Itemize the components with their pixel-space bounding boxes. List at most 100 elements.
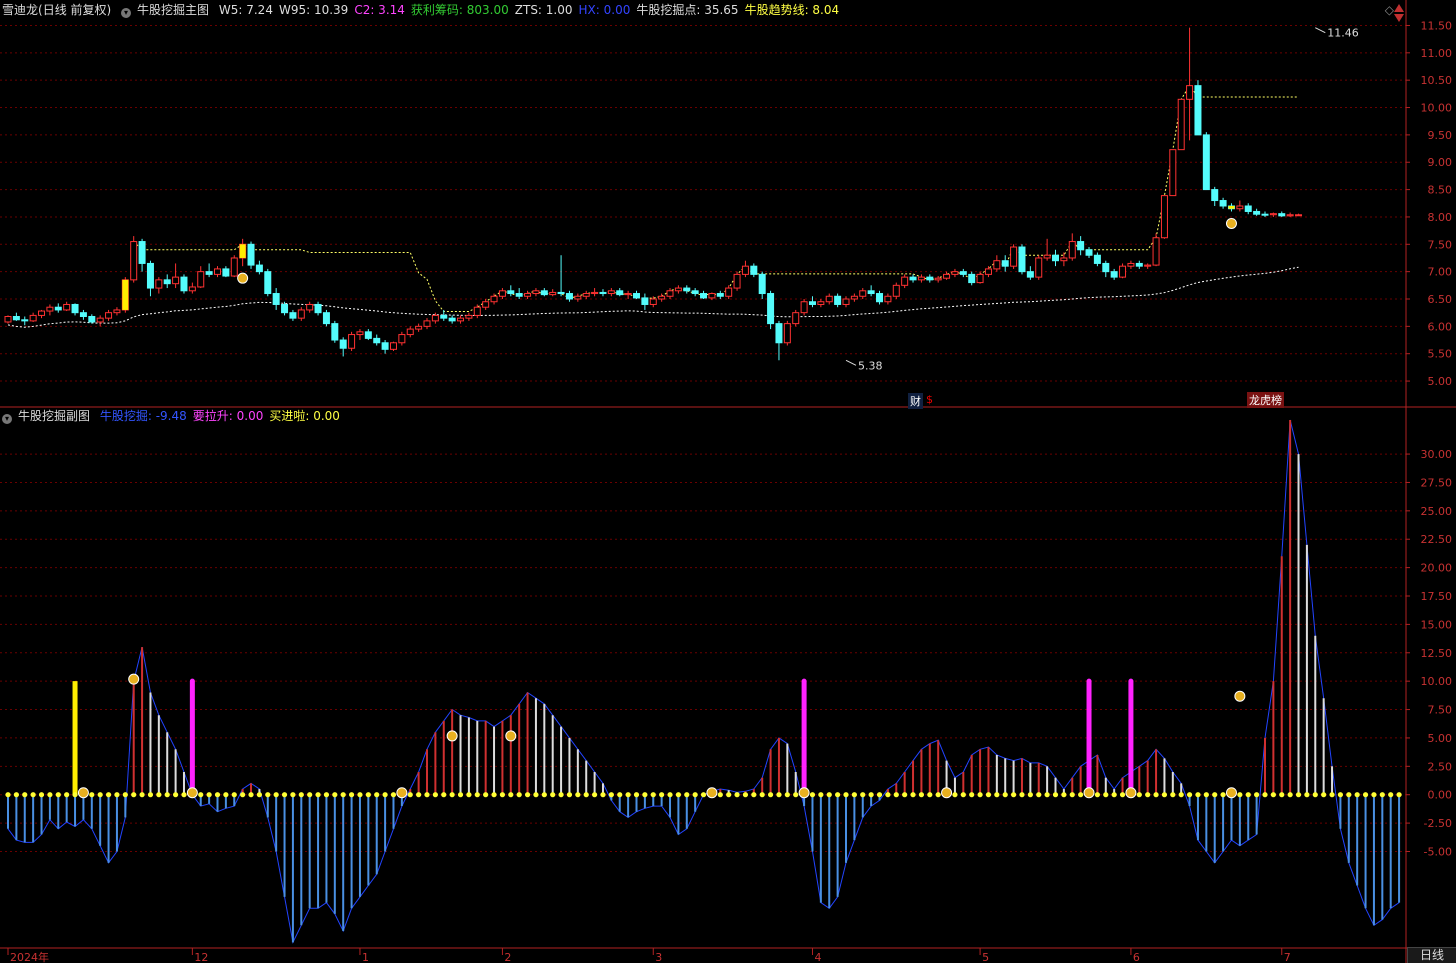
- candle-up: [63, 303, 71, 311]
- candle-up: [1286, 214, 1294, 217]
- candle-up: [297, 309, 305, 319]
- candle-down: [767, 293, 775, 325]
- zero-line-dot: [826, 792, 832, 798]
- zero-line-dot: [717, 792, 723, 798]
- zero-line-dot: [449, 792, 455, 798]
- candle-down: [448, 317, 456, 322]
- zero-line-dot: [457, 792, 464, 798]
- zero-line-dot: [55, 792, 61, 798]
- candle-up: [1119, 265, 1127, 278]
- candle-down: [138, 241, 146, 264]
- zero-line-dot: [13, 792, 19, 798]
- zero-line-dot: [809, 792, 816, 798]
- main-indicator-values: W5: 7.24 W95: 10.39 C2: 3.14 获利筹码: 803.00 ZT…: [219, 3, 845, 17]
- candle-down: [289, 312, 297, 319]
- zero-line-dot: [1337, 792, 1344, 798]
- zero-line-dot: [592, 792, 598, 798]
- candle-down: [339, 339, 347, 349]
- candle-down: [683, 287, 691, 292]
- zero-line-dot: [47, 792, 53, 798]
- indicator-dropdown-icon[interactable]: ▾: [2, 414, 12, 424]
- triangle-down-icon[interactable]: [1394, 14, 1404, 22]
- zero-line-dot: [441, 792, 447, 798]
- zero-line-dot: [650, 792, 656, 798]
- candle-down: [926, 276, 934, 281]
- zero-line-dot: [1321, 792, 1327, 798]
- zero-line-dot: [38, 792, 45, 798]
- money-bag-icon: [128, 673, 140, 685]
- sub-tick-label: 5.00: [1428, 732, 1453, 745]
- signal-candle-yellow: [239, 244, 246, 258]
- candle-down: [88, 316, 96, 323]
- triangle-up-icon[interactable]: [1394, 4, 1404, 12]
- time-tick-label: 5: [982, 951, 989, 963]
- candle-up: [398, 334, 406, 344]
- candle-up: [113, 309, 121, 314]
- zero-line-dot: [1161, 792, 1168, 798]
- zero-line-dot: [726, 792, 732, 798]
- dollar-badge[interactable]: $: [926, 393, 933, 406]
- zero-line-dot: [474, 792, 480, 798]
- candle-up: [984, 268, 992, 275]
- candle-up: [649, 298, 657, 305]
- zero-line-dot: [1061, 792, 1067, 798]
- zero-line-dot: [315, 792, 321, 798]
- diamond-icon[interactable]: ◇: [1385, 3, 1394, 17]
- candle-down: [71, 303, 79, 314]
- zero-line-dot: [424, 792, 430, 798]
- candle-down: [1253, 210, 1261, 215]
- main-tick-label: 6.00: [1428, 320, 1453, 333]
- period-tab-daily[interactable]: 日线: [1407, 947, 1456, 963]
- candle-up: [4, 316, 12, 323]
- dragon-tiger-list-badge[interactable]: 龙虎榜: [1247, 392, 1284, 408]
- indicator-dropdown-icon[interactable]: ▾: [121, 8, 132, 18]
- zero-line-dot: [1304, 792, 1310, 798]
- zero-line-dot: [1371, 792, 1377, 798]
- money-bag-icon: [77, 787, 89, 799]
- zero-line-dot: [122, 792, 128, 798]
- candle-up: [817, 301, 825, 305]
- zero-line-dot: [566, 792, 573, 798]
- candle-up: [431, 314, 439, 322]
- zero-line-dot: [156, 792, 162, 798]
- sub-indicator-name[interactable]: 牛股挖掘副图: [18, 409, 90, 423]
- candle-up: [607, 290, 615, 295]
- stock-name[interactable]: 雪迪龙: [2, 3, 38, 17]
- zero-line-dot: [1270, 792, 1276, 798]
- main-indicator-name[interactable]: 牛股挖掘主图: [137, 3, 209, 17]
- main-tick-label: 10.00: [1421, 102, 1453, 115]
- stock-chart-canvas[interactable]: 11.46 5.38 5.00 5.50 6.00 6.50 7.00 7.50 8.00 8.…: [0, 0, 1456, 963]
- zero-line-dot: [1119, 792, 1126, 798]
- sub-tick-label: 30.00: [1421, 448, 1453, 461]
- candle-up: [482, 301, 490, 308]
- zero-line-dot: [985, 792, 992, 798]
- adjust-mode[interactable]: (日线 前复权): [38, 3, 111, 17]
- zero-line-dot: [550, 792, 556, 798]
- sub-value-1: 要拉升: 0.00: [192, 409, 264, 423]
- zero-line-dot: [541, 792, 547, 798]
- finance-badge[interactable]: 财: [908, 393, 923, 409]
- grid-lines: [0, 24, 1406, 852]
- zero-line-dot: [365, 792, 371, 798]
- zero-line-dot: [935, 792, 941, 798]
- zero-line-dot: [1094, 792, 1100, 798]
- money-bag-icon: [1225, 217, 1237, 229]
- main-chart-header: 雪迪龙(日线 前复权) ▾ 牛股挖掘主图 W5: 7.24 W95: 10.39 C2…: [2, 3, 851, 18]
- zero-line-dot: [902, 792, 908, 798]
- zero-line-dot: [72, 792, 78, 798]
- candle-down: [381, 342, 389, 350]
- zero-line-dot: [231, 792, 237, 798]
- zero-line-dot: [885, 792, 891, 798]
- zero-line-dot: [675, 792, 682, 798]
- candle-down: [1244, 205, 1252, 212]
- candle-up: [800, 301, 808, 314]
- sub-value-2: 买进啦: 0.00: [269, 409, 340, 423]
- zero-line-dot: [483, 792, 489, 798]
- candle-down: [222, 268, 230, 277]
- zero-line-dot: [198, 792, 204, 798]
- candle-up: [498, 290, 506, 297]
- sub-oscillator-chart[interactable]: [5, 419, 1402, 944]
- candle-down: [1102, 262, 1110, 273]
- main-candlestick-chart[interactable]: 11.46 5.38: [4, 27, 1359, 373]
- candle-up: [306, 303, 314, 311]
